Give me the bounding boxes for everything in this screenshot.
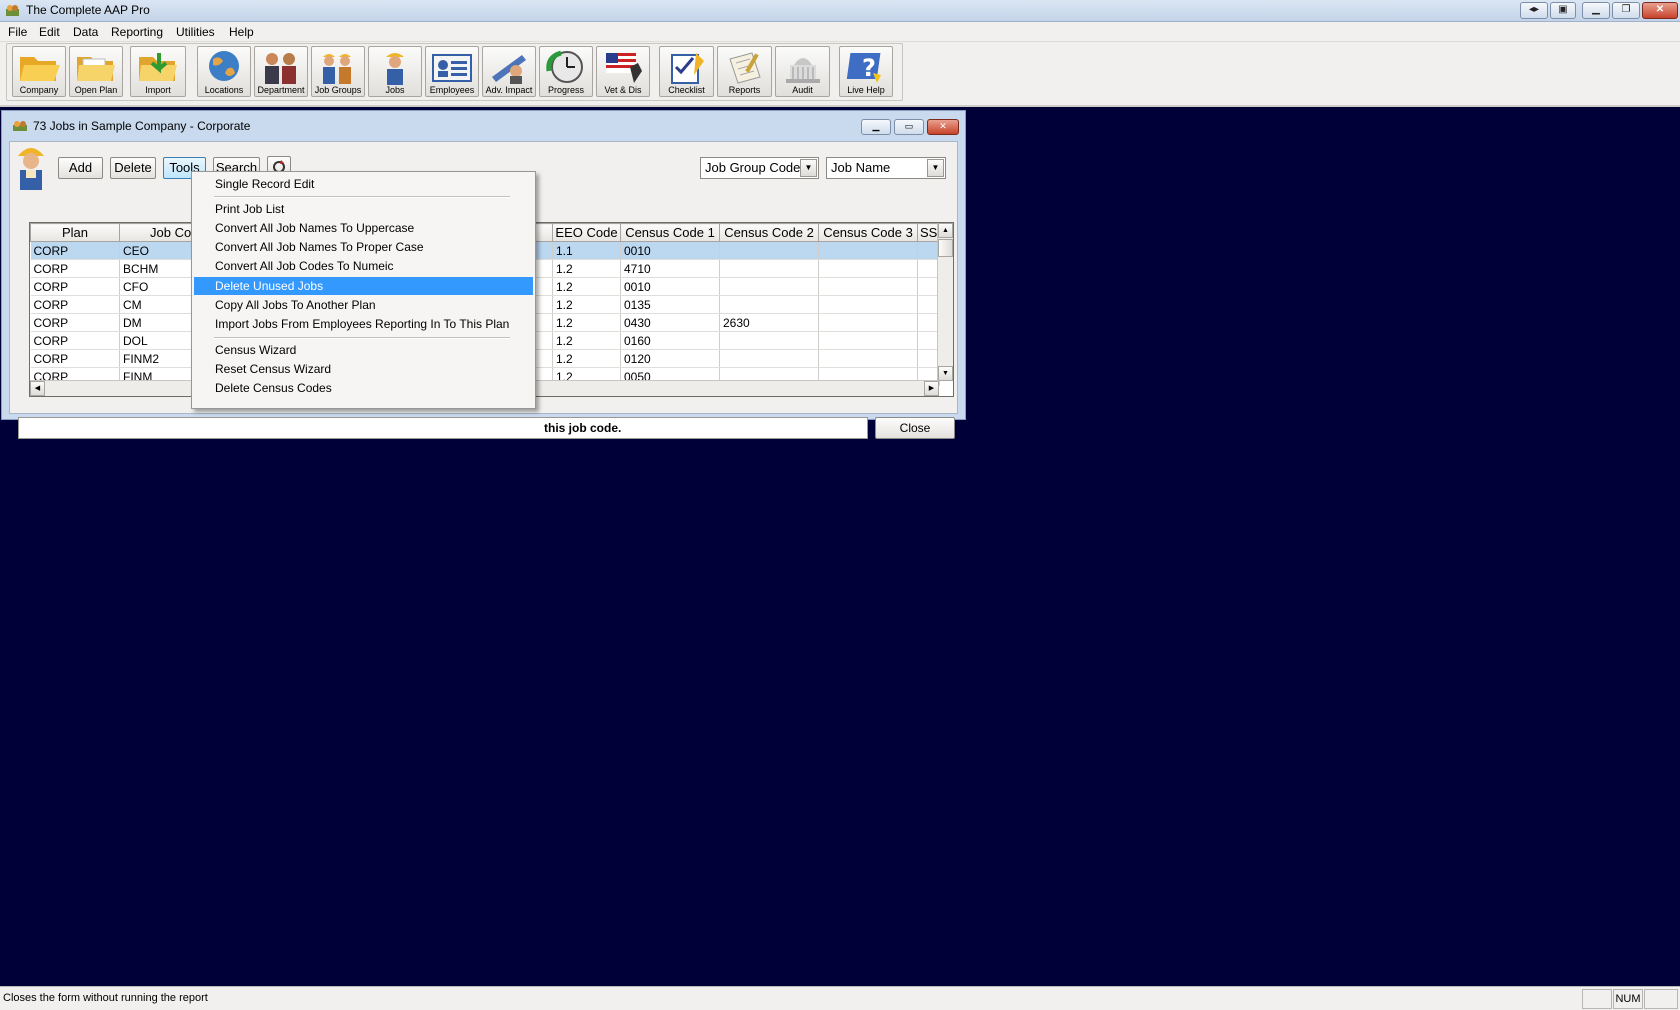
people-group-icon xyxy=(265,53,296,84)
col-eeo-code[interactable]: EEO Code xyxy=(552,223,621,242)
svg-text:?: ? xyxy=(862,54,876,82)
col-census-code-3[interactable]: Census Code 3 xyxy=(818,223,918,242)
report-icon xyxy=(728,52,761,84)
department-button[interactable]: Department xyxy=(254,46,308,97)
menu-item-proper-case[interactable]: Convert All Job Names To Proper Case xyxy=(194,238,533,256)
window-close-button[interactable]: ✕ xyxy=(927,119,959,135)
delete-button[interactable]: Delete xyxy=(110,157,156,179)
worker-icon xyxy=(386,53,404,85)
menu-item-delete-census-codes[interactable]: Delete Census Codes xyxy=(194,379,533,397)
import-button[interactable]: Import xyxy=(130,46,186,97)
flag-icon xyxy=(606,53,642,83)
num-lock-indicator: NUM xyxy=(1613,989,1643,1009)
scroll-up-icon[interactable]: ▲ xyxy=(938,223,953,238)
jobs-button[interactable]: Jobs xyxy=(368,46,422,97)
menu-file[interactable]: File xyxy=(8,25,27,39)
capitol-icon xyxy=(785,58,820,83)
chevron-down-icon[interactable]: ▼ xyxy=(800,159,817,177)
company-button[interactable]: Company xyxy=(12,46,66,97)
import-folder-icon xyxy=(139,53,177,81)
menu-item-numeric[interactable]: Convert All Job Codes To Numeic xyxy=(194,257,533,275)
help-icon: ? xyxy=(846,53,881,83)
checklist-button[interactable]: Checklist xyxy=(659,46,714,97)
reports-button[interactable]: Reports xyxy=(717,46,772,97)
menu-edit[interactable]: Edit xyxy=(39,25,60,39)
scale-icon xyxy=(492,55,526,84)
col-census-code-1[interactable]: Census Code 1 xyxy=(620,223,720,242)
col-plan[interactable]: Plan xyxy=(30,223,120,242)
menu-separator xyxy=(214,337,510,339)
app-title: The Complete AAP Pro xyxy=(26,3,150,17)
close-app-button[interactable]: ✕ xyxy=(1642,2,1678,19)
app-logo-icon xyxy=(6,5,19,16)
menu-item-print-job-list[interactable]: Print Job List xyxy=(194,200,533,218)
menu-data[interactable]: Data xyxy=(73,25,98,39)
clock-icon xyxy=(546,50,583,83)
job-groups-button[interactable]: Job Groups xyxy=(311,46,365,97)
worker-avatar-icon xyxy=(18,148,44,190)
sort-field-1-select[interactable]: Job Group Code ▼ xyxy=(700,157,819,179)
info-text: this job code. xyxy=(544,421,622,435)
status-pane-blank xyxy=(1644,989,1678,1009)
close-button[interactable]: Close xyxy=(875,417,955,439)
id-card-icon xyxy=(432,54,472,82)
sort-field-2-select[interactable]: Job Name ▼ xyxy=(826,157,946,179)
globe-icon xyxy=(209,51,239,81)
window-nav-button[interactable]: ◂▸ xyxy=(1520,2,1548,19)
workers-icon xyxy=(323,54,351,84)
tools-menu: Single Record Edit Print Job List Conver… xyxy=(191,171,536,409)
menu-utilities[interactable]: Utilities xyxy=(176,25,215,39)
vertical-scrollbar[interactable]: ▲ ▼ xyxy=(937,223,953,381)
employees-button[interactable]: Employees xyxy=(425,46,479,97)
info-field: this job code. xyxy=(18,417,868,439)
status-message: Closes the form without running the repo… xyxy=(3,992,208,1004)
window-icon xyxy=(13,121,27,131)
menu-item-census-wizard[interactable]: Census Wizard xyxy=(194,341,533,359)
menu-item-delete-unused-jobs[interactable]: Delete Unused Jobs xyxy=(194,277,533,295)
vertical-scroll-thumb[interactable] xyxy=(938,239,953,257)
status-bar: Closes the form without running the repo… xyxy=(0,986,1680,1010)
open-plan-button[interactable]: Open Plan xyxy=(69,46,123,97)
menu-help[interactable]: Help xyxy=(229,25,254,39)
menu-reporting[interactable]: Reporting xyxy=(111,25,163,39)
adv-impact-button[interactable]: Adv. Impact xyxy=(482,46,536,97)
menu-bar: File Edit Data Reporting Utilities Help xyxy=(0,22,1680,42)
menu-item-reset-census-wizard[interactable]: Reset Census Wizard xyxy=(194,360,533,378)
status-pane-blank xyxy=(1582,989,1612,1009)
window-title: 73 Jobs in Sample Company - Corporate xyxy=(33,119,251,133)
add-button[interactable]: Add xyxy=(58,157,103,179)
locations-button[interactable]: Locations xyxy=(197,46,251,97)
scroll-left-icon[interactable]: ◀ xyxy=(30,381,45,396)
maximize-button[interactable]: ❐ xyxy=(1612,2,1640,19)
col-census-code-2[interactable]: Census Code 2 xyxy=(719,223,819,242)
folder-icon xyxy=(77,57,115,81)
chevron-down-icon[interactable]: ▼ xyxy=(927,159,944,177)
toolbar: Company Open Plan Import Locations Depar… xyxy=(0,42,1680,107)
scroll-right-icon[interactable]: ▶ xyxy=(924,381,939,396)
vet-dis-button[interactable]: Vet & Dis xyxy=(596,46,650,97)
menu-item-uppercase[interactable]: Convert All Job Names To Uppercase xyxy=(194,219,533,237)
menu-item-single-record-edit[interactable]: Single Record Edit xyxy=(194,175,533,193)
menu-separator xyxy=(214,196,510,198)
window-restore-small-button[interactable]: ▣ xyxy=(1550,2,1576,19)
scroll-down-icon[interactable]: ▼ xyxy=(938,366,953,381)
audit-button[interactable]: Audit xyxy=(775,46,830,97)
progress-button[interactable]: Progress xyxy=(539,46,593,97)
window-maximize-button[interactable]: ▭ xyxy=(894,119,924,135)
menu-item-import-jobs[interactable]: Import Jobs From Employees Reporting In … xyxy=(194,315,533,333)
live-help-button[interactable]: ? Live Help xyxy=(839,46,893,97)
window-minimize-button[interactable]: ▁ xyxy=(861,119,891,135)
menu-item-copy-jobs[interactable]: Copy All Jobs To Another Plan xyxy=(194,296,533,314)
checklist-icon xyxy=(670,53,704,84)
folder-open-icon xyxy=(20,57,60,81)
minimize-button[interactable]: ▁ xyxy=(1582,2,1610,19)
app-titlebar: The Complete AAP Pro ◂▸ ▣ ▁ ❐ ✕ xyxy=(0,0,1680,22)
